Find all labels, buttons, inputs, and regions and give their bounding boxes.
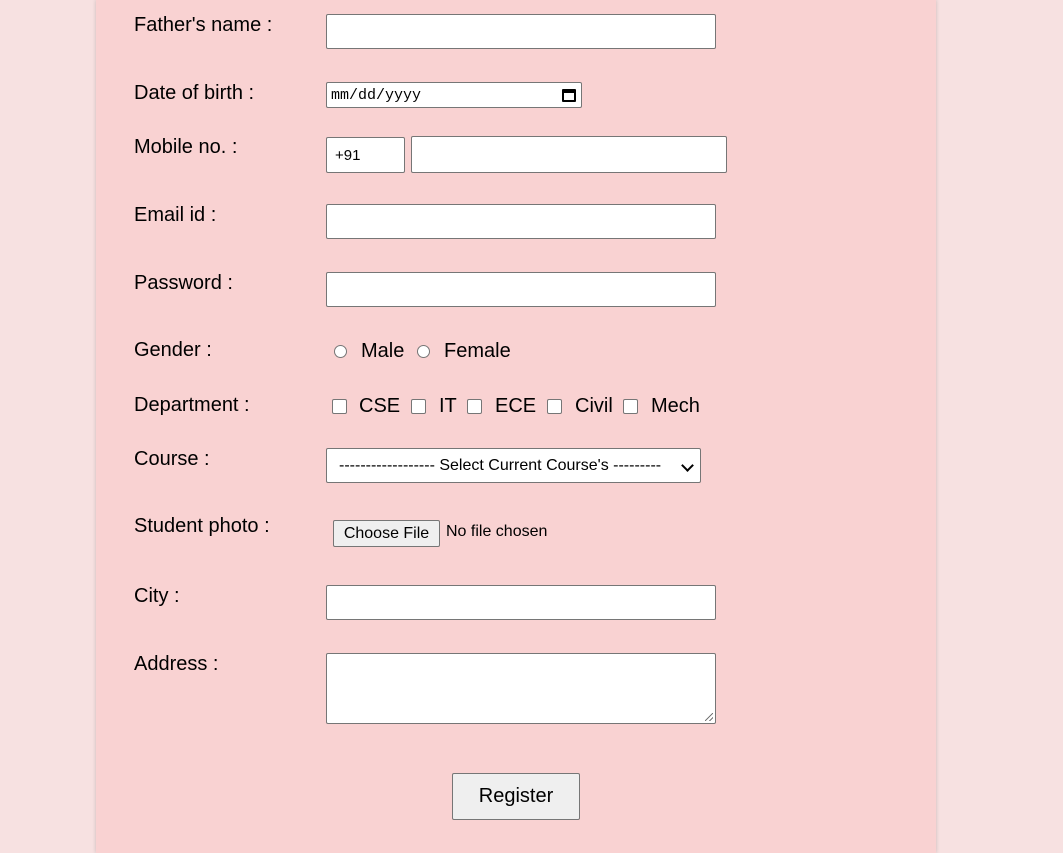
register-button[interactable]: Register bbox=[452, 773, 580, 820]
address-label: Address : bbox=[134, 653, 219, 675]
male-radio[interactable] bbox=[334, 345, 347, 358]
password-input[interactable] bbox=[326, 272, 716, 307]
resize-grip-icon[interactable] bbox=[705, 713, 713, 721]
department-option-civil[interactable]: Civil bbox=[547, 395, 613, 418]
ece-checkbox[interactable] bbox=[467, 399, 482, 414]
female-label: Female bbox=[444, 340, 511, 362]
mobile-number-input[interactable] bbox=[411, 136, 727, 173]
form-panel bbox=[96, 0, 936, 853]
mobile-label: Mobile no. : bbox=[134, 136, 238, 158]
course-label: Course : bbox=[134, 448, 210, 470]
dob-label: Date of birth : bbox=[134, 82, 255, 104]
fathers-name-label: Father's name : bbox=[134, 14, 273, 36]
calendar-icon[interactable] bbox=[562, 88, 576, 102]
fathers-name-input[interactable] bbox=[326, 14, 716, 49]
mech-checkbox[interactable] bbox=[623, 399, 638, 414]
country-code-input[interactable] bbox=[326, 137, 405, 173]
mech-label: Mech bbox=[651, 395, 700, 417]
gender-option-male[interactable]: Male bbox=[334, 340, 404, 363]
department-option-ece[interactable]: ECE bbox=[467, 395, 536, 418]
it-checkbox[interactable] bbox=[411, 399, 426, 414]
department-option-mech[interactable]: Mech bbox=[623, 395, 700, 418]
cse-checkbox[interactable] bbox=[332, 399, 347, 414]
dob-input[interactable]: mm/dd/yyyy bbox=[326, 82, 582, 108]
civil-checkbox[interactable] bbox=[547, 399, 562, 414]
email-input[interactable] bbox=[326, 204, 716, 239]
ece-label: ECE bbox=[495, 395, 537, 417]
department-option-it[interactable]: IT bbox=[411, 395, 457, 418]
it-label: IT bbox=[439, 395, 457, 417]
city-label: City : bbox=[134, 585, 180, 607]
male-label: Male bbox=[361, 340, 405, 362]
cse-label: CSE bbox=[359, 395, 401, 417]
department-option-cse[interactable]: CSE bbox=[332, 395, 400, 418]
password-label: Password : bbox=[134, 272, 233, 294]
gender-option-female[interactable]: Female bbox=[417, 340, 511, 363]
course-selected-value: ------------------ Select Current Course… bbox=[339, 456, 662, 474]
course-select[interactable]: ------------------ Select Current Course… bbox=[326, 448, 701, 483]
email-label: Email id : bbox=[134, 204, 217, 226]
file-status-text: No file chosen bbox=[446, 523, 548, 540]
choose-file-button[interactable]: Choose File bbox=[333, 520, 440, 547]
civil-label: Civil bbox=[575, 395, 613, 417]
dob-placeholder: mm/dd/yyyy bbox=[331, 86, 422, 104]
address-textarea[interactable] bbox=[326, 653, 716, 724]
student-photo-label: Student photo : bbox=[134, 515, 270, 537]
female-radio[interactable] bbox=[417, 345, 430, 358]
department-label: Department : bbox=[134, 394, 250, 416]
chevron-down-icon bbox=[681, 459, 694, 472]
city-input[interactable] bbox=[326, 585, 716, 620]
gender-label: Gender : bbox=[134, 339, 212, 361]
